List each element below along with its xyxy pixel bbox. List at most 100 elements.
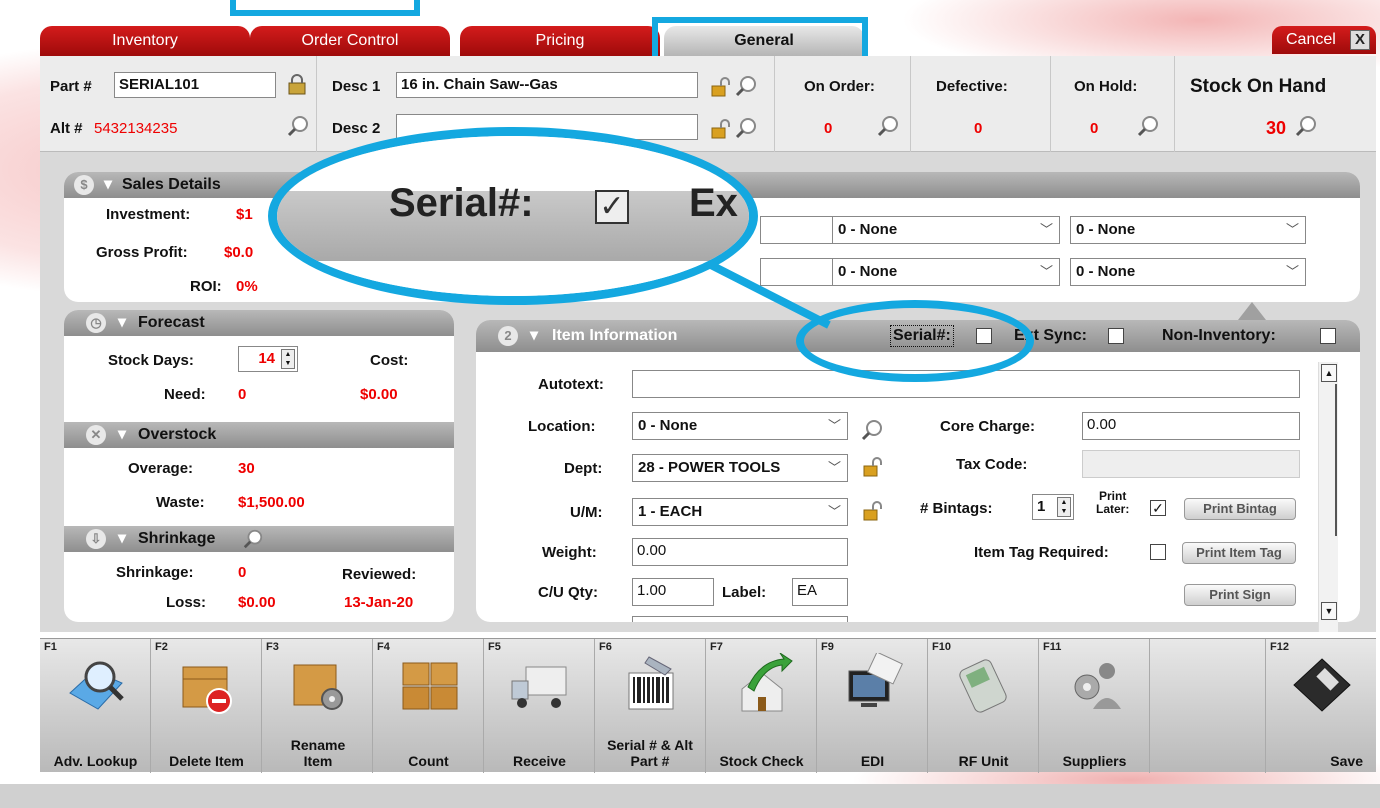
print-sign-button[interactable]: Print Sign bbox=[1184, 584, 1296, 606]
cu-qty-label: C/U Qty: bbox=[538, 584, 598, 601]
unlock-icon[interactable] bbox=[862, 456, 884, 478]
need-label: Need: bbox=[164, 386, 206, 403]
highlight-box-top bbox=[230, 0, 420, 16]
tax-code-field[interactable] bbox=[1082, 450, 1300, 478]
non-inventory-label: Non-Inventory: bbox=[1162, 327, 1276, 344]
count-button[interactable]: F4 Count bbox=[373, 639, 484, 773]
search-icon[interactable] bbox=[286, 114, 310, 138]
clock-icon: ◷ bbox=[86, 313, 106, 333]
adv-lookup-button[interactable]: F1 Adv. Lookup bbox=[40, 639, 151, 773]
roi-value: 0% bbox=[236, 278, 258, 295]
unit-label-field[interactable]: EA bbox=[792, 578, 848, 606]
rf-unit-button[interactable]: F10 RF Unit bbox=[928, 639, 1039, 773]
location-select[interactable]: 0 - None ﹀ bbox=[632, 412, 848, 440]
magnifier-icon bbox=[69, 661, 124, 710]
step-number-icon: 2 bbox=[498, 326, 518, 346]
alt-number-value: 5432134235 bbox=[94, 120, 178, 137]
overstock-title: Overstock bbox=[138, 426, 217, 443]
cu-qty-field[interactable]: 1.00 bbox=[632, 578, 714, 606]
category-select-5[interactable]: 0 - None ﹀ bbox=[832, 258, 1060, 286]
search-icon[interactable] bbox=[1136, 114, 1160, 138]
item-information-title: Item Information bbox=[552, 327, 678, 344]
core-charge-label: Core Charge: bbox=[940, 418, 1036, 435]
alt-label: Alt # bbox=[50, 120, 83, 137]
dept-label: Dept: bbox=[564, 460, 603, 477]
defective-value: 0 bbox=[974, 120, 983, 137]
tax-code-label: Tax Code: bbox=[956, 456, 1028, 473]
stock-check-button[interactable]: F7 Stock Check bbox=[706, 639, 817, 773]
item-tag-required-label: Item Tag Required: bbox=[974, 544, 1109, 561]
desc1-label: Desc 1 bbox=[332, 78, 381, 95]
um-select[interactable]: 1 - EACH ﹀ bbox=[632, 498, 848, 526]
overstock-header[interactable]: ✕ ▾ Overstock bbox=[64, 422, 454, 448]
location-label: Location: bbox=[528, 418, 596, 435]
unlock-icon[interactable] bbox=[862, 500, 884, 522]
print-bintag-button[interactable]: Print Bintag bbox=[1184, 498, 1296, 520]
print-later-checkbox[interactable]: ✓ bbox=[1150, 500, 1166, 516]
close-icon[interactable]: X bbox=[1350, 30, 1370, 50]
tab-order-control[interactable]: Order Control bbox=[250, 26, 450, 56]
print-item-tag-button[interactable]: Print Item Tag bbox=[1182, 542, 1296, 564]
stock-days-label: Stock Days: bbox=[108, 352, 194, 369]
collapse-arrow-icon: ▾ bbox=[530, 327, 539, 344]
ext-sync-checkbox[interactable] bbox=[1108, 328, 1124, 344]
forecast-header[interactable]: ◷ ▾ Forecast bbox=[64, 310, 454, 336]
category-select-6[interactable]: 0 - None ﹀ bbox=[1070, 258, 1306, 286]
barcode-icon bbox=[628, 656, 674, 710]
part-number-field[interactable]: SERIAL101 bbox=[114, 72, 276, 98]
handheld-icon bbox=[959, 659, 1007, 713]
rename-item-button[interactable]: F3 Rename Item bbox=[262, 639, 373, 773]
overage-value: 30 bbox=[238, 460, 255, 477]
suppliers-button[interactable]: F11 Suppliers bbox=[1039, 639, 1150, 773]
bintags-stepper[interactable]: 1 ▲ ▼ bbox=[1032, 494, 1074, 520]
cancel-button[interactable]: Cancel X bbox=[1272, 26, 1376, 54]
desc1-field[interactable]: 16 in. Chain Saw--Gas bbox=[396, 72, 698, 98]
computer-icon bbox=[848, 653, 904, 707]
gross-profit-value: $0.0 bbox=[224, 244, 254, 261]
scrollbar-thumb[interactable] bbox=[1321, 384, 1337, 536]
edi-button[interactable]: F9 EDI bbox=[817, 639, 928, 773]
scroll-down-icon[interactable]: ▼ bbox=[1321, 602, 1337, 620]
forecast-title: Forecast bbox=[138, 314, 205, 331]
desc2-label: Desc 2 bbox=[332, 120, 381, 137]
stepper-arrows-icon[interactable]: ▲ ▼ bbox=[281, 349, 295, 369]
dept-select[interactable]: 28 - POWER TOOLS ﹀ bbox=[632, 454, 848, 482]
reviewed-label: Reviewed: bbox=[342, 566, 417, 583]
label-label: Label: bbox=[722, 584, 767, 601]
stock-days-stepper[interactable]: 14 ▲ ▼ bbox=[238, 346, 298, 372]
search-icon[interactable] bbox=[242, 528, 264, 550]
toolbar-empty-slot bbox=[1150, 639, 1266, 773]
unlock-icon[interactable] bbox=[710, 76, 732, 98]
scroll-up-icon[interactable]: ▲ bbox=[1321, 364, 1337, 382]
investment-value: $1 bbox=[236, 206, 253, 223]
on-hold-value: 0 bbox=[1090, 120, 1099, 137]
cost-value: $0.00 bbox=[360, 386, 398, 403]
receive-button[interactable]: F5 Receive bbox=[484, 639, 595, 773]
stepper-arrows-icon[interactable]: ▲ ▼ bbox=[1057, 497, 1071, 517]
tab-pricing[interactable]: Pricing bbox=[460, 26, 660, 56]
zoom-callout: Serial#: ✓ Ex bbox=[268, 127, 758, 305]
dollar-icon: $ bbox=[74, 175, 94, 195]
search-icon[interactable] bbox=[876, 114, 900, 138]
search-icon[interactable] bbox=[734, 74, 758, 98]
category-select-3[interactable]: 0 - None ﹀ bbox=[1070, 216, 1306, 244]
search-icon[interactable] bbox=[1294, 114, 1318, 138]
tab-inventory[interactable]: Inventory bbox=[40, 26, 250, 56]
item-tag-required-checkbox[interactable] bbox=[1150, 544, 1166, 560]
category-select-2[interactable]: 0 - None ﹀ bbox=[832, 216, 1060, 244]
scrollbar[interactable]: ▲ ▼ bbox=[1318, 362, 1338, 632]
shrinkage-header[interactable]: ⇩ ▾ Shrinkage bbox=[64, 526, 454, 552]
non-inventory-checkbox[interactable] bbox=[1320, 328, 1336, 344]
lock-icon[interactable] bbox=[286, 74, 308, 96]
core-charge-field[interactable]: 0.00 bbox=[1082, 412, 1300, 440]
boxes-icon bbox=[402, 662, 458, 710]
serial-alt-part-button[interactable]: F6 Serial # & Alt Part # bbox=[595, 639, 706, 773]
weight-field[interactable]: 0.00 bbox=[632, 538, 848, 566]
status-bar bbox=[0, 784, 1380, 808]
zoom-serial-checkbox: ✓ bbox=[595, 190, 629, 224]
delete-item-button[interactable]: F2 Delete Item bbox=[151, 639, 262, 773]
save-button[interactable]: F12 Save bbox=[1266, 639, 1377, 773]
search-icon[interactable] bbox=[860, 418, 884, 442]
collapse-arrow-icon: ▾ bbox=[104, 176, 113, 193]
shrinkage-label: Shrinkage: bbox=[116, 564, 194, 581]
